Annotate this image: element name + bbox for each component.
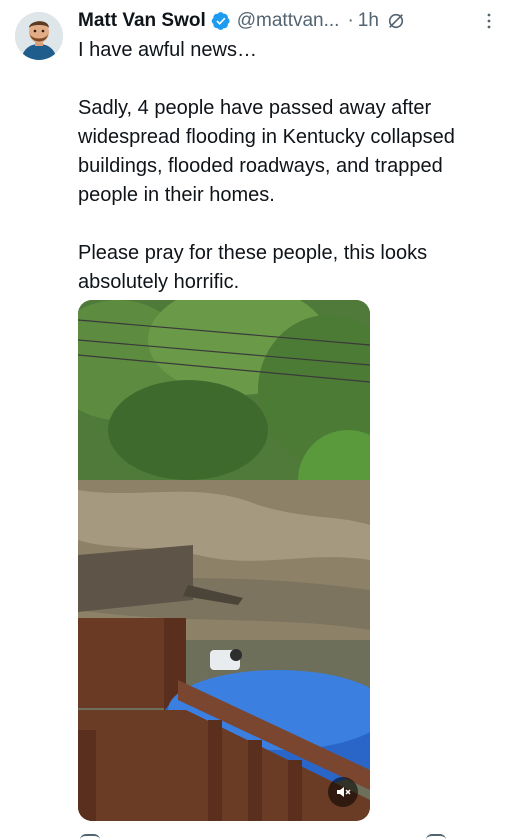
reply-icon[interactable] (80, 834, 100, 840)
muted-speaker-icon (337, 787, 351, 797)
avatar[interactable] (15, 12, 63, 60)
tweet-text: I have awful news… Sadly, 4 people have … (78, 39, 455, 293)
video-frame (78, 300, 370, 821)
grok-icon[interactable] (387, 12, 405, 30)
more-dots-icon[interactable] (486, 12, 492, 30)
tweet-timestamp[interactable]: 1h (358, 10, 379, 32)
author-name[interactable]: Matt Van Swol (78, 10, 206, 32)
verified-badge-icon (211, 12, 230, 30)
tweet-video[interactable] (78, 300, 370, 821)
mute-button[interactable] (328, 777, 358, 807)
share-icon[interactable] (426, 834, 446, 840)
separator-dot: · (347, 10, 354, 31)
tweet-header: Matt Van Swol @mattvan... · 1h (78, 6, 492, 36)
avatar-image (15, 12, 63, 60)
author-handle[interactable]: @mattvan... (237, 10, 340, 32)
